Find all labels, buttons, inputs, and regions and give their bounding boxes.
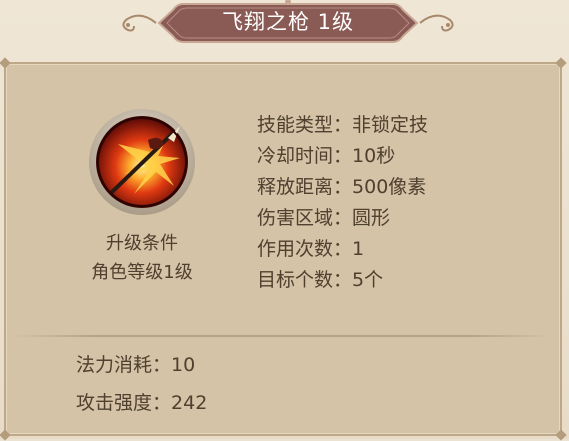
stat-label: 目标个数 <box>257 269 334 291</box>
stat-row-range: 释放距离：500像素 <box>257 172 557 203</box>
stat-label: 技能类型 <box>257 114 334 136</box>
mana-cost-value: 10 <box>171 354 196 376</box>
mana-cost-row: 法力消耗：10 <box>76 350 195 377</box>
stat-value: 非锁定技 <box>352 114 429 136</box>
stat-separator: ： <box>152 354 172 376</box>
panel-corner-ornament <box>0 57 11 69</box>
stat-separator: ： <box>333 176 353 198</box>
stat-separator: ： <box>333 207 353 229</box>
stat-row-damage-area: 伤害区域：圆形 <box>257 203 557 234</box>
stat-row-target-count: 目标个数：5个 <box>257 265 557 296</box>
stat-separator: ： <box>333 114 353 136</box>
attack-power-label: 攻击强度 <box>76 392 153 414</box>
title-banner: 飞翔之枪 1级 <box>155 0 421 46</box>
stat-row-skill-type: 技能类型：非锁定技 <box>257 110 557 141</box>
stat-separator: ： <box>333 238 353 260</box>
skill-stats-list: 技能类型：非锁定技 冷却时间：10秒 释放距离：500像素 伤害区域：圆形 作用… <box>257 110 557 296</box>
banner-ornament-right <box>419 14 454 32</box>
skill-title: 飞翔之枪 1级 <box>221 10 355 34</box>
skill-info-window: 飞翔之枪 1级 升级条件 角色等级1级 技能类型：非锁定技 冷却时间：10秒 释… <box>0 0 569 441</box>
stat-separator: ： <box>333 269 353 291</box>
stat-value: 1 <box>352 238 365 260</box>
stat-label: 冷却时间 <box>257 145 334 167</box>
section-divider <box>12 335 552 337</box>
stat-value: 10秒 <box>352 145 396 167</box>
attack-power-value: 242 <box>171 392 208 414</box>
stat-label: 伤害区域 <box>257 207 334 229</box>
upgrade-condition-label: 升级条件 <box>106 233 178 254</box>
stat-separator: ： <box>333 145 353 167</box>
attack-power-row: 攻击强度：242 <box>76 388 207 415</box>
mana-cost-label: 法力消耗 <box>76 354 153 376</box>
stat-label: 作用次数 <box>257 238 334 260</box>
stat-row-cooldown: 冷却时间：10秒 <box>257 141 557 172</box>
spear-slash-icon <box>88 108 196 216</box>
stat-value: 圆形 <box>352 207 391 229</box>
stat-label: 释放距离 <box>257 176 334 198</box>
stat-value: 500像素 <box>352 176 427 198</box>
panel-corner-ornament <box>555 57 567 69</box>
upgrade-requirement: 角色等级1级 <box>91 262 193 283</box>
stat-row-hit-count: 作用次数：1 <box>257 234 557 265</box>
banner-ornament-left <box>122 14 157 32</box>
stat-value: 5个 <box>352 269 384 291</box>
stat-separator: ： <box>152 392 172 414</box>
